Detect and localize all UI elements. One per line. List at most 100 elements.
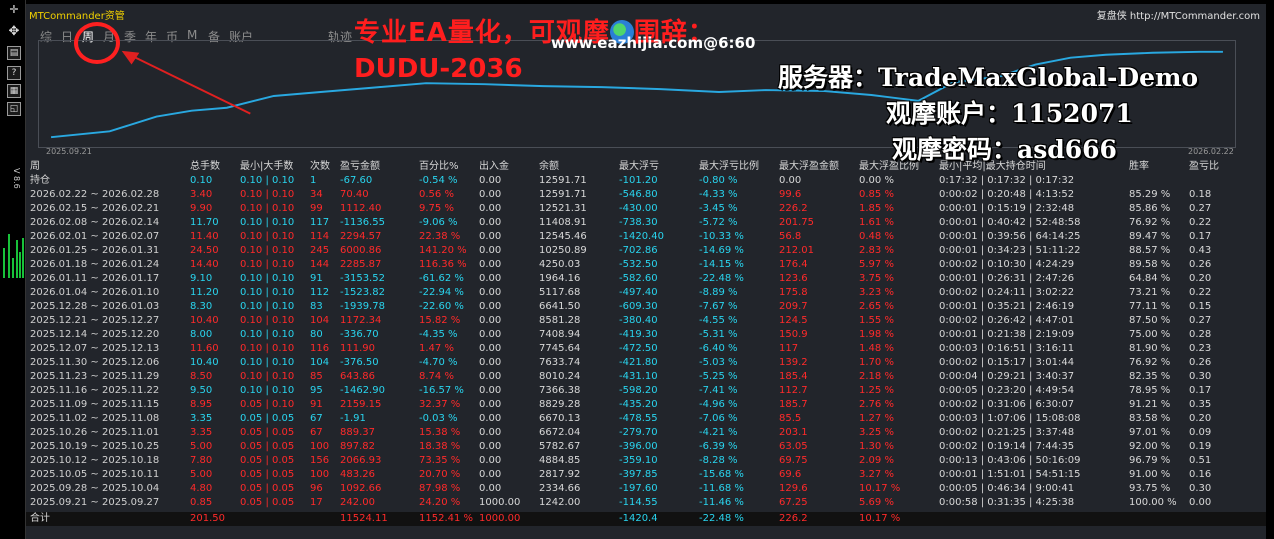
table-row: 2025.11.02 ~ 2025.11.08 3.35 0.05 | 0.05 67… [26, 412, 1266, 426]
table-row-cell: 14.40 [190, 259, 219, 270]
table-row-cell: 1.70 % [859, 357, 894, 368]
table-row-cell: 0:00:02 | 0:31:06 | 6:30:07 [939, 399, 1075, 410]
table-row-cell: 87.98 % [419, 483, 461, 494]
table-row-cell: 5117.68 [539, 287, 581, 298]
table-row-cell: 88.57 % [1129, 245, 1171, 256]
help-icon[interactable]: ? [7, 66, 21, 80]
table-row-cell: 70.40 [340, 189, 369, 200]
total-maxfp-pct: 10.17 % [859, 513, 901, 524]
table-row-cell: 185.7 [779, 399, 808, 410]
table-row-cell: 0.00 [479, 189, 502, 200]
table-row-cell: 2294.57 [340, 231, 382, 242]
table-row-cell: 87.50 % [1129, 315, 1171, 326]
table-row-cell: 0.10 | 0.10 [240, 357, 295, 368]
table-row-cell: 0.00 [479, 301, 502, 312]
table-row-cell: 0.00 [479, 287, 502, 298]
table-row-cell: 11.20 [190, 287, 219, 298]
table-row-cell: 64.84 % [1129, 273, 1171, 284]
window-icon[interactable]: ◱ [7, 102, 21, 116]
table-row-cell: 100 [310, 469, 330, 480]
table-row-cell: 11.70 [190, 217, 219, 228]
table-row-cell: 4.80 [190, 483, 213, 494]
table-row-cell: 0.85 [190, 497, 213, 508]
table-row-cell: 5.69 % [859, 497, 894, 508]
move-icon[interactable]: ✛ [7, 4, 21, 18]
holding-row-cell: 0.10 [190, 175, 213, 186]
table-row-cell: 100.00 % [1129, 497, 1177, 508]
holding-row-cell: 12591.71 [539, 175, 587, 186]
table-row-cell: 0.10 | 0.10 [240, 259, 295, 270]
table-row-cell: 11408.91 [539, 217, 587, 228]
table-row-cell: 92.00 % [1129, 441, 1171, 452]
table-row-cell: -5.72 % [699, 217, 738, 228]
volume-bar [16, 240, 18, 278]
table-row-cell: -380.40 [619, 315, 658, 326]
table-row-cell: 85.29 % [1129, 189, 1171, 200]
table-row-cell: 2817.92 [539, 469, 581, 480]
brand-link[interactable]: 复盘侠 http://MTCommander.com [1097, 7, 1260, 22]
table-row-cell: 0.17 [1189, 231, 1212, 242]
table-row-cell: 91.00 % [1129, 469, 1171, 480]
holding-row-cell: -0.54 % [419, 175, 458, 186]
table-row-cell: 0:00:02 | 0:19:14 | 7:44:35 [939, 441, 1075, 452]
table-row-cell: 83.58 % [1129, 413, 1171, 424]
table-row-cell: 0.27 [1189, 315, 1212, 326]
table-row-cell: 6641.50 [539, 301, 581, 312]
table-row-cell: 8829.28 [539, 399, 581, 410]
table-row-cell: 111.90 [340, 343, 375, 354]
table-row-cell: -430.00 [619, 203, 658, 214]
table-row-cell: 176.4 [779, 259, 808, 270]
table-row-cell: 73.21 % [1129, 287, 1171, 298]
table-row-cell: 0.00 [479, 469, 502, 480]
overlay-site: www.eazhijia.com@6:60 [551, 34, 756, 52]
table-row-cell: 0.26 [1189, 357, 1212, 368]
move-icon[interactable]: ✥ [7, 25, 21, 40]
table-row-cell: -8.89 % [699, 287, 738, 298]
table-row-cell: 0.00 [479, 273, 502, 284]
table-row-cell: 5.97 % [859, 259, 894, 270]
table-row-cell: -582.60 [619, 273, 658, 284]
table-row-cell: 2025.11.02 ~ 2025.11.08 [30, 413, 160, 424]
table-row-cell: -1136.55 [340, 217, 385, 228]
table-row-cell: -7.06 % [699, 413, 738, 424]
table-row-cell: 0:00:02 | 0:26:42 | 4:47:01 [939, 315, 1075, 326]
overlay-code: DUDU-2036 [354, 54, 523, 84]
table-row-cell: 0:00:58 | 0:31:35 | 4:25:38 [939, 497, 1075, 508]
table-row-cell: 7366.38 [539, 385, 581, 396]
table-header-cell: 最小|大手数 [240, 161, 294, 172]
table-row-cell: -4.35 % [419, 329, 458, 340]
table-row-cell: 3.27 % [859, 469, 894, 480]
table-row-cell: -4.21 % [699, 427, 738, 438]
table-row-cell: 2025.11.23 ~ 2025.11.29 [30, 371, 160, 382]
table-row-cell: 0:00:13 | 0:43:06 | 50:16:09 [939, 455, 1081, 466]
table-row-cell: 99 [310, 203, 323, 214]
document-icon[interactable]: ▤ [7, 46, 21, 60]
table-row: 2026.01.25 ~ 2026.01.31 24.50 0.10 | 0.10 2… [26, 244, 1266, 258]
table-row-cell: 144 [310, 259, 330, 270]
table-row-cell: 0.20 [1189, 413, 1212, 424]
table-header-cell: 胜率 [1129, 161, 1149, 172]
table-row-cell: 0.00 [479, 329, 502, 340]
table-row-cell: 2026.01.04 ~ 2026.01.10 [30, 287, 160, 298]
table-row-cell: 85.5 [779, 413, 802, 424]
holding-row-cell: -0.80 % [699, 175, 738, 186]
table-row: 2025.10.26 ~ 2025.11.01 3.35 0.05 | 0.05 67… [26, 426, 1266, 440]
table-row: 2026.01.18 ~ 2026.01.24 14.40 0.10 | 0.10 1… [26, 258, 1266, 272]
version-label: V 8.6 [12, 168, 21, 189]
grid-icon[interactable]: ▦ [7, 84, 21, 98]
table-row: 2026.01.04 ~ 2026.01.10 11.20 0.10 | 0.10 1… [26, 286, 1266, 300]
table-row-cell: 9.50 [190, 385, 213, 396]
table-row-cell: 0.00 [479, 441, 502, 452]
table-row-cell: 1.48 % [859, 343, 894, 354]
table-row-cell: -4.70 % [419, 357, 458, 368]
table-row-cell: 0.56 % [419, 189, 454, 200]
table-row-cell: 156 [310, 455, 330, 466]
weekly-report-table: 周 总手数 最小|大手数 次数 盈亏金额 百分比% 出入金 余额 最大浮亏 最大浮亏比例 最大浮盈金… [26, 160, 1266, 510]
table-row-cell: 63.05 [779, 441, 808, 452]
table-row-cell: 0.00 [479, 245, 502, 256]
table-row-cell: 3.35 [190, 427, 213, 438]
table-row-cell: 0.10 | 0.10 [240, 329, 295, 340]
table-row-cell: 1112.40 [340, 203, 382, 214]
table-row-cell: 0:00:03 | 0:16:51 | 3:16:11 [939, 343, 1075, 354]
volume-bar [19, 252, 21, 278]
